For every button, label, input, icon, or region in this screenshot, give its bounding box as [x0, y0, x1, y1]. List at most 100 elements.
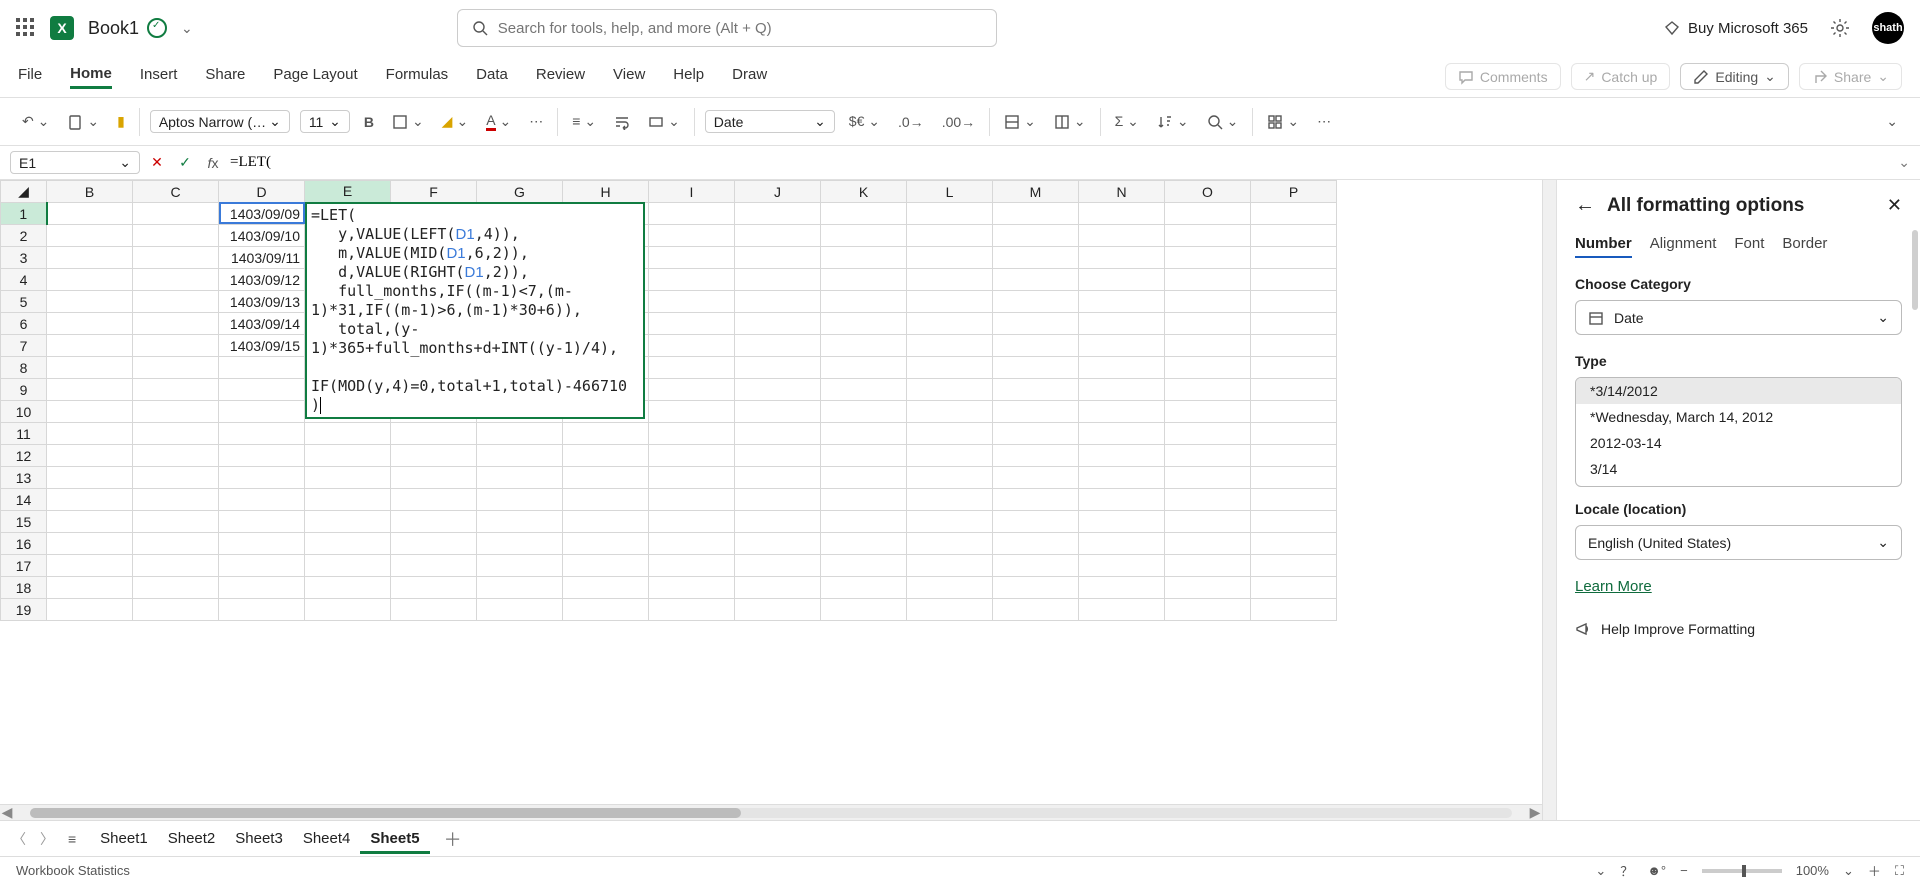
formula-input[interactable] — [230, 154, 1892, 171]
cell[interactable] — [735, 599, 821, 621]
row-header[interactable]: 2 — [1, 225, 47, 247]
cell[interactable] — [1079, 291, 1165, 313]
cell[interactable] — [1165, 533, 1251, 555]
cell[interactable] — [305, 533, 391, 555]
row-header[interactable]: 18 — [1, 577, 47, 599]
ribbon-tab-help[interactable]: Help — [673, 66, 704, 87]
cell[interactable] — [47, 313, 133, 335]
account-avatar[interactable]: shath — [1872, 12, 1904, 44]
cell[interactable] — [1165, 269, 1251, 291]
currency-button[interactable]: $€ ⌄ — [845, 111, 884, 132]
cell[interactable] — [821, 445, 907, 467]
align-button[interactable]: ≡ ⌄ — [568, 111, 600, 132]
search-box[interactable] — [457, 9, 997, 47]
cell[interactable] — [649, 291, 735, 313]
share-button[interactable]: Share ⌄ — [1799, 63, 1902, 90]
catch-up-button[interactable]: ↗ Catch up — [1571, 63, 1671, 90]
column-header[interactable]: I — [649, 181, 735, 203]
type-option[interactable]: 2012-03-14 — [1576, 430, 1901, 456]
panel-tab-number[interactable]: Number — [1575, 235, 1632, 258]
cell[interactable] — [47, 577, 133, 599]
cell[interactable] — [47, 401, 133, 423]
formula-bar-expand-button[interactable]: ⌄ — [1898, 154, 1910, 171]
cell[interactable] — [821, 357, 907, 379]
cell[interactable] — [1251, 203, 1337, 225]
cell[interactable] — [391, 511, 477, 533]
vertical-scrollbar[interactable] — [1542, 180, 1556, 820]
cell[interactable] — [477, 445, 563, 467]
cell[interactable] — [821, 203, 907, 225]
cell[interactable] — [391, 445, 477, 467]
all-sheets-button[interactable]: ≡ — [68, 831, 76, 847]
cell[interactable] — [993, 555, 1079, 577]
cell[interactable] — [1251, 467, 1337, 489]
cell[interactable] — [219, 423, 305, 445]
cell[interactable] — [907, 379, 993, 401]
cell[interactable] — [821, 269, 907, 291]
cell[interactable] — [1251, 489, 1337, 511]
horizontal-scrollbar[interactable]: ◀ ▶ — [0, 804, 1542, 820]
cell[interactable] — [649, 401, 735, 423]
cell[interactable] — [133, 225, 219, 247]
cell[interactable] — [1079, 467, 1165, 489]
cell[interactable] — [1165, 357, 1251, 379]
row-header[interactable]: 19 — [1, 599, 47, 621]
bold-button[interactable]: B — [360, 112, 378, 132]
cell[interactable] — [821, 599, 907, 621]
cell[interactable] — [219, 357, 305, 379]
feedback-icon[interactable]: ☻° — [1647, 863, 1666, 878]
cell[interactable] — [735, 533, 821, 555]
cell[interactable] — [1079, 313, 1165, 335]
cell[interactable] — [907, 599, 993, 621]
zoom-level[interactable]: 100% — [1796, 863, 1829, 878]
cell[interactable] — [1165, 511, 1251, 533]
cell[interactable] — [1251, 423, 1337, 445]
row-header[interactable]: 6 — [1, 313, 47, 335]
cell[interactable] — [1251, 313, 1337, 335]
cell[interactable] — [993, 247, 1079, 269]
cell[interactable] — [133, 511, 219, 533]
cell[interactable] — [133, 379, 219, 401]
cell[interactable] — [305, 511, 391, 533]
cell[interactable] — [133, 445, 219, 467]
cell[interactable] — [477, 555, 563, 577]
cell[interactable] — [563, 489, 649, 511]
type-option[interactable]: 3/14 — [1576, 456, 1901, 482]
cell[interactable] — [47, 533, 133, 555]
cell[interactable] — [219, 489, 305, 511]
fx-button[interactable]: fx — [202, 155, 224, 171]
column-header[interactable]: J — [735, 181, 821, 203]
cell[interactable] — [563, 423, 649, 445]
cell[interactable] — [219, 467, 305, 489]
cell[interactable] — [649, 379, 735, 401]
cell[interactable] — [47, 225, 133, 247]
paste-button[interactable]: ⌄ — [63, 111, 103, 132]
cell[interactable] — [735, 225, 821, 247]
cell[interactable] — [821, 379, 907, 401]
cell[interactable] — [391, 577, 477, 599]
cell[interactable] — [219, 599, 305, 621]
cell[interactable] — [1165, 203, 1251, 225]
cell[interactable] — [1165, 467, 1251, 489]
cell[interactable] — [219, 533, 305, 555]
font-color-button[interactable]: A ⌄ — [482, 110, 515, 133]
cell[interactable] — [1251, 225, 1337, 247]
type-option[interactable]: *3/14/2012 — [1576, 378, 1901, 404]
buy-microsoft-365-button[interactable]: Buy Microsoft 365 — [1664, 20, 1808, 37]
cell[interactable]: 1403/09/13 — [219, 291, 305, 313]
cell[interactable] — [993, 489, 1079, 511]
cell[interactable] — [133, 313, 219, 335]
locale-select[interactable]: English (United States) ⌄ — [1575, 525, 1902, 560]
cell[interactable] — [907, 335, 993, 357]
sheet-tab-sheet1[interactable]: Sheet1 — [90, 826, 158, 851]
column-header[interactable]: H — [563, 181, 649, 203]
cell[interactable]: 1403/09/10 — [219, 225, 305, 247]
cell[interactable] — [47, 445, 133, 467]
cell[interactable] — [649, 511, 735, 533]
add-sheet-button[interactable]: ＋ — [444, 826, 462, 852]
cell[interactable] — [649, 599, 735, 621]
cell[interactable] — [649, 533, 735, 555]
cell[interactable] — [47, 467, 133, 489]
cell[interactable] — [821, 247, 907, 269]
cell[interactable] — [1079, 489, 1165, 511]
